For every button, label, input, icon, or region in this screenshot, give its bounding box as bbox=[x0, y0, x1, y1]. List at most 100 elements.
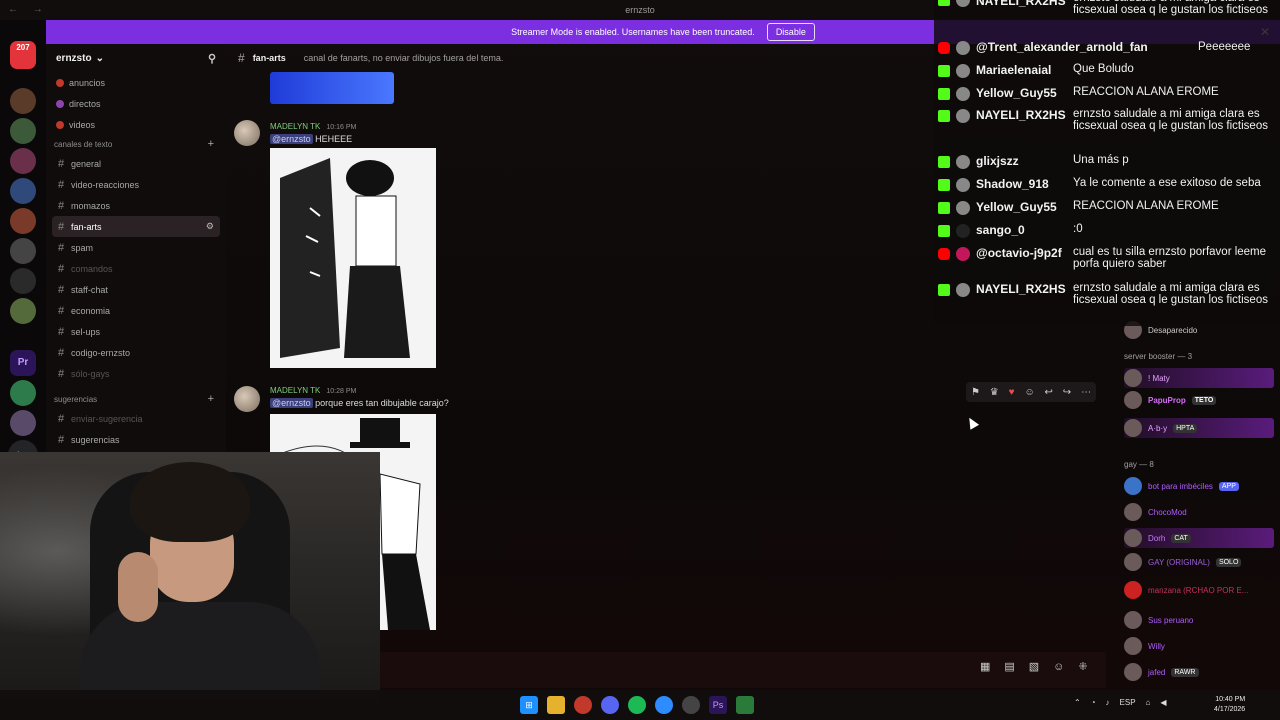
reaction-heart-icon[interactable]: ♥ bbox=[1009, 387, 1015, 398]
channel-spam[interactable]: # spam bbox=[46, 237, 226, 258]
message-text: HEHEEE bbox=[315, 134, 353, 144]
hash-icon: # bbox=[57, 157, 65, 170]
member-item[interactable]: Dorh CAT bbox=[1124, 528, 1274, 548]
channel-tools[interactable]: ▦▤▧☺⁜ bbox=[980, 660, 1102, 673]
avatar bbox=[1124, 663, 1142, 681]
channel-economia[interactable]: # economia bbox=[46, 300, 226, 321]
channel-directos[interactable]: directos bbox=[46, 93, 226, 114]
kick-icon bbox=[938, 65, 950, 77]
message-image[interactable] bbox=[270, 72, 394, 104]
discord-icon[interactable] bbox=[601, 696, 619, 714]
taskbar-apps: ⊞ Ps bbox=[520, 696, 754, 714]
chat-message: Mariaelenaial Que Boludo bbox=[934, 63, 1280, 81]
member-item[interactable]: manzana (RCHAO POR E... bbox=[1124, 580, 1274, 600]
server-icon[interactable] bbox=[10, 208, 36, 234]
server-icon[interactable] bbox=[10, 118, 36, 144]
reply-icon[interactable]: ↩ bbox=[1045, 387, 1053, 398]
member-item[interactable]: A·b·y HPTA bbox=[1124, 418, 1274, 438]
keyboard-language[interactable]: ESP bbox=[1120, 698, 1136, 707]
channel-comandos[interactable]: # comandos bbox=[46, 258, 226, 279]
premiere-icon[interactable]: Ps bbox=[709, 696, 727, 714]
member-item[interactable]: GAY (ORIGINAL) SOLO bbox=[1124, 552, 1274, 572]
avatar bbox=[1124, 553, 1142, 571]
mention[interactable]: @ernzsto bbox=[270, 398, 313, 408]
reaction-flag-icon[interactable]: ⚑ bbox=[971, 387, 980, 398]
channel-enviar-sugerencia[interactable]: # enviar-sugerencia bbox=[46, 408, 226, 429]
member-item[interactable]: PapuProp TETO bbox=[1124, 390, 1274, 410]
disable-streamer-mode-button[interactable]: Disable bbox=[766, 23, 815, 41]
clock[interactable]: 10:40 PM 4/17/2026 bbox=[1214, 695, 1245, 715]
channel-anuncios[interactable]: anuncios bbox=[46, 72, 226, 93]
channel-video-reacciones[interactable]: # video-reacciones bbox=[46, 174, 226, 195]
volume-icon[interactable]: ◀ bbox=[1160, 698, 1166, 707]
spotify-icon[interactable] bbox=[628, 696, 646, 714]
server-icon[interactable] bbox=[10, 148, 36, 174]
fan-art-image[interactable] bbox=[270, 148, 436, 368]
channel-sidebar: ernzsto ⌄ ⚲ anuncios directos videos can… bbox=[46, 44, 226, 454]
member-item[interactable]: ChocoMod bbox=[1124, 502, 1274, 522]
file-explorer-icon[interactable] bbox=[547, 696, 565, 714]
mic-icon[interactable]: ♪ bbox=[1106, 698, 1110, 707]
server-initials: Pr bbox=[17, 357, 29, 368]
member-item[interactable]: ! Maty bbox=[1124, 368, 1274, 388]
hash-icon: # bbox=[57, 178, 65, 191]
category-text-channels[interactable]: canales de texto + bbox=[46, 135, 226, 153]
server-icon[interactable] bbox=[10, 88, 36, 114]
chat-message: NAYELI_RX2HS ernzsto saludale a mi amiga … bbox=[934, 0, 1280, 32]
server-header[interactable]: ernzsto ⌄ ⚲ bbox=[46, 44, 226, 72]
member-item[interactable]: Sus peruano bbox=[1124, 610, 1274, 630]
message-author[interactable]: MADELYN TK 10:28 PM bbox=[270, 386, 356, 395]
wifi-icon[interactable]: ◔ bbox=[1091, 698, 1096, 707]
browser-icon[interactable] bbox=[655, 696, 673, 714]
channel-sugerencias[interactable]: # sugerencias bbox=[46, 429, 226, 450]
network-icon[interactable]: ⌂ bbox=[1146, 698, 1151, 707]
channel-codigo-ernzsto[interactable]: # codigo-ernzsto bbox=[46, 342, 226, 363]
member-item[interactable]: bot para imbéciles APP bbox=[1124, 476, 1274, 496]
avatar[interactable] bbox=[234, 120, 260, 146]
premiere-server-icon[interactable]: Pr bbox=[10, 350, 36, 376]
channel-sel-ups[interactable]: # sel-ups bbox=[46, 321, 226, 342]
avatar bbox=[956, 64, 970, 78]
message-author[interactable]: MADELYN TK 10:16 PM bbox=[270, 122, 356, 131]
channel-solo-gays[interactable]: # sólo-gays bbox=[46, 363, 226, 384]
member-name: GAY (ORIGINAL) bbox=[1148, 557, 1210, 567]
message-actions[interactable]: ⚑ ♛ ♥ ☺ ↩ ↪ ⋯ bbox=[966, 382, 1096, 402]
add-channel-icon[interactable]: + bbox=[208, 138, 214, 150]
member-item[interactable]: jafed RAWR bbox=[1124, 662, 1274, 682]
channel-staff-chat[interactable]: # staff-chat bbox=[46, 279, 226, 300]
server-icon[interactable] bbox=[10, 268, 36, 294]
add-channel-icon[interactable]: + bbox=[208, 393, 214, 405]
channel-general[interactable]: # general bbox=[46, 153, 226, 174]
server-icon[interactable] bbox=[10, 238, 36, 264]
forward-icon[interactable]: ↪ bbox=[1063, 387, 1071, 398]
nav-arrows-icon[interactable]: ← → bbox=[8, 4, 49, 15]
channel-fan-arts[interactable]: # fan-arts ⚙ bbox=[52, 216, 220, 237]
reaction-crown-icon[interactable]: ♛ bbox=[990, 387, 999, 398]
chevron-up-icon[interactable]: ⌃ bbox=[1074, 698, 1081, 707]
chat-text: REACCION ALANA EROME bbox=[1073, 86, 1219, 98]
server-icon[interactable] bbox=[10, 410, 36, 436]
hash-icon: # bbox=[57, 220, 65, 233]
app-icon[interactable] bbox=[736, 696, 754, 714]
channel-videos[interactable]: videos bbox=[46, 114, 226, 135]
channel-label: general bbox=[71, 158, 102, 169]
mention[interactable]: @ernzsto bbox=[270, 134, 313, 144]
server-icon[interactable] bbox=[10, 178, 36, 204]
server-icon[interactable] bbox=[10, 380, 36, 406]
gear-icon[interactable]: ⚙ bbox=[206, 221, 214, 232]
category-sugerencias[interactable]: sugerencias + bbox=[46, 390, 226, 408]
hash-icon: # bbox=[57, 241, 65, 254]
windows-start-icon[interactable]: ⊞ bbox=[520, 696, 538, 714]
avatar[interactable] bbox=[234, 386, 260, 412]
invite-icon[interactable]: ⚲ bbox=[208, 52, 216, 65]
add-reaction-icon[interactable]: ☺ bbox=[1024, 387, 1034, 398]
member-item[interactable]: Willy bbox=[1124, 636, 1274, 656]
more-icon[interactable]: ⋯ bbox=[1081, 387, 1091, 398]
chrome-icon[interactable] bbox=[682, 696, 700, 714]
home-button[interactable]: 207 bbox=[10, 41, 36, 69]
opera-icon[interactable] bbox=[574, 696, 592, 714]
channel-momazos[interactable]: # momazos bbox=[46, 195, 226, 216]
server-icon[interactable] bbox=[10, 298, 36, 324]
member-tag: RAWR bbox=[1171, 667, 1199, 677]
chat-text: cual es tu silla ernzsto porfavor leeme … bbox=[1073, 246, 1267, 270]
